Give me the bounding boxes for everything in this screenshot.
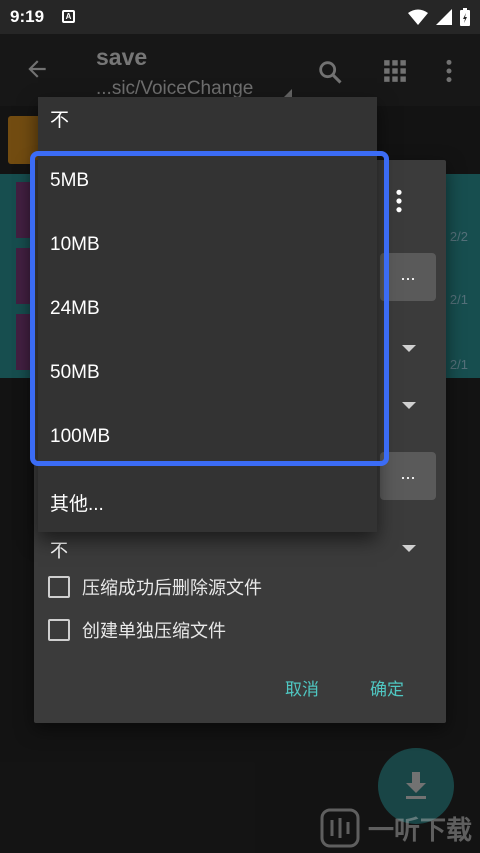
chevron-down-icon[interactable] [402,402,416,409]
separate-archive-checkbox[interactable] [48,619,70,641]
ok-button[interactable]: 确定 [370,675,404,700]
separate-archive-label: 创建单独压缩文件 [82,621,226,641]
select-value[interactable]: 不 [50,537,68,563]
chevron-down-icon[interactable] [402,545,416,552]
separate-archive-option[interactable]: 创建单独压缩文件 [48,617,226,643]
battery-icon [460,8,470,26]
dropdown-option[interactable]: 其他... [50,489,104,516]
status-bar: 9:19 A [0,0,480,34]
cancel-button[interactable]: 取消 [285,675,319,700]
dialog-more-icon[interactable] [394,188,404,214]
chevron-down-icon[interactable] [402,345,416,352]
signal-icon [436,9,452,25]
delete-source-label: 压缩成功后删除源文件 [82,578,262,598]
status-time: 9:19 [10,7,45,26]
watermark-text: 一听下载 [368,814,473,845]
dropdown-option[interactable]: 不 [50,105,69,132]
watermark-logo-icon [320,808,360,848]
wifi-icon [408,9,428,25]
delete-source-checkbox[interactable] [48,576,70,598]
watermark: 一听下载 [320,808,472,848]
notification-a-icon: A [62,10,75,23]
system-icons [408,7,470,27]
highlight-box [30,151,389,466]
delete-source-option[interactable]: 压缩成功后删除源文件 [48,574,262,600]
